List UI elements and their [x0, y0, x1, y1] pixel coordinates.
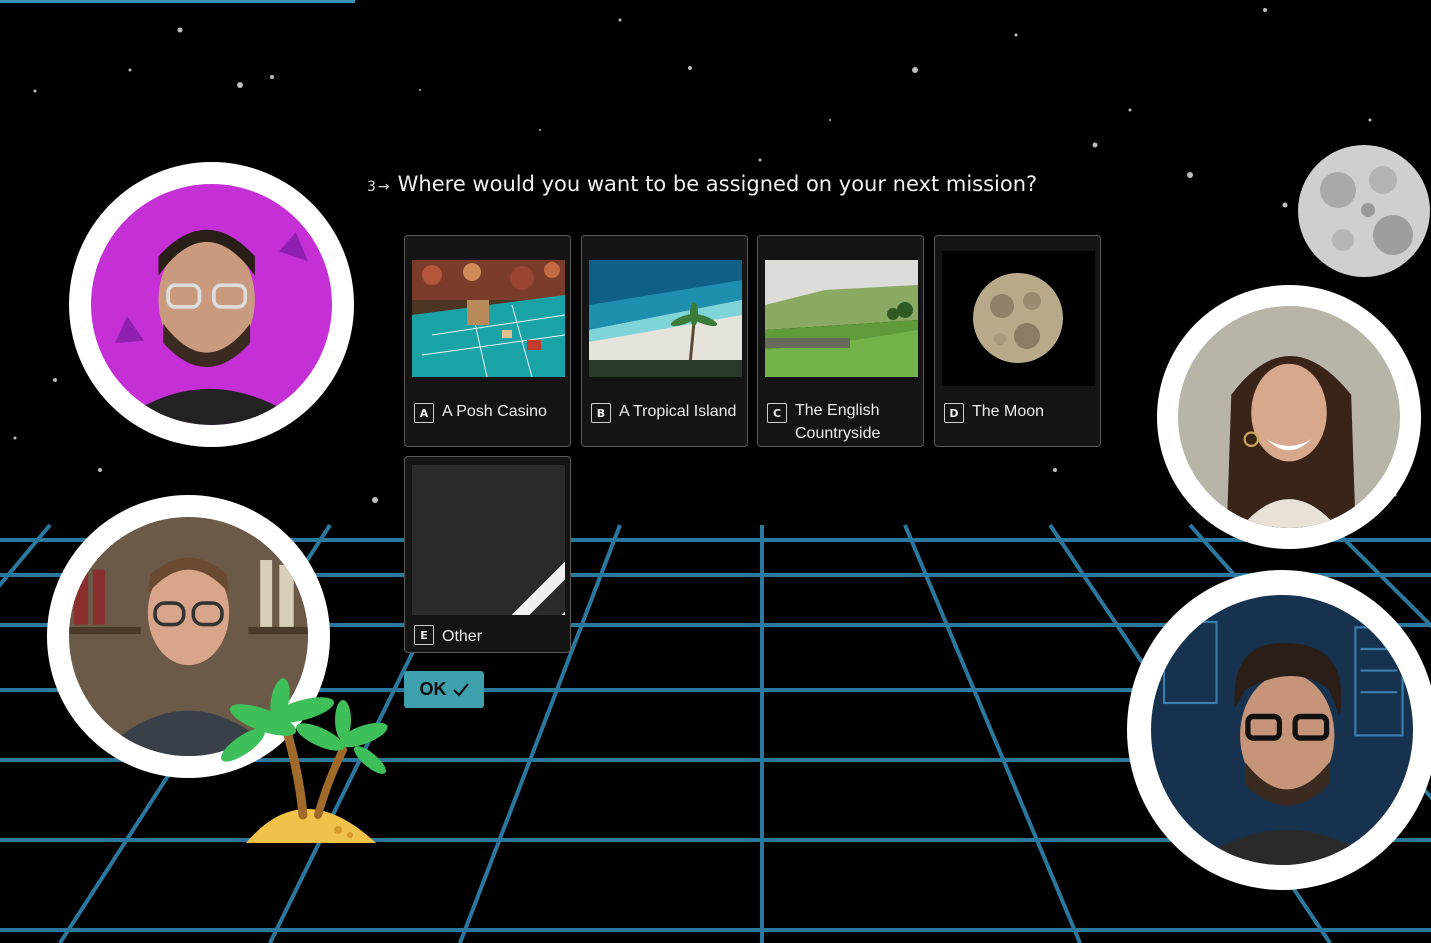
person-avatar [1178, 306, 1400, 528]
option-label: The English Countryside [795, 402, 881, 442]
ok-button[interactable]: OK [404, 671, 484, 708]
other-placeholder [412, 465, 565, 615]
casino-image [412, 260, 565, 377]
option-key-e: E [414, 625, 434, 645]
person-avatar [1151, 595, 1413, 865]
progress-bar [0, 0, 355, 3]
option-tropical-island[interactable]: B A Tropical Island [581, 235, 748, 447]
participant-4-video [1127, 570, 1431, 890]
ok-label: OK [419, 679, 447, 699]
option-other[interactable]: E Other [404, 456, 571, 653]
option-english-countryside[interactable]: C The English Countryside [757, 235, 924, 447]
option-label: The Moon [972, 403, 1045, 420]
moon-image [942, 251, 1095, 386]
tropical-island-image [589, 260, 742, 377]
question-header: 3 → Where would you want to be assigned … [367, 172, 1037, 204]
option-key-a: A [414, 403, 434, 423]
palm-island-icon [221, 678, 388, 843]
option-moon[interactable]: D The Moon [934, 235, 1101, 447]
option-label: A Tropical Island [619, 403, 737, 420]
moon-icon [1298, 145, 1430, 277]
option-key-d: D [944, 403, 964, 423]
checkmark-icon [452, 682, 469, 696]
person-avatar [91, 184, 332, 425]
question-text: Where would you want to be assigned on y… [397, 172, 1038, 196]
question-number: 3 [367, 179, 376, 195]
option-key-c: C [767, 403, 787, 423]
countryside-image [765, 260, 918, 377]
participant-3-video [1157, 285, 1421, 549]
pencil-icon [511, 561, 565, 615]
arrow-right-icon: → [377, 179, 390, 195]
option-label: Other [442, 628, 483, 645]
option-key-b: B [591, 403, 611, 423]
participant-1-video [69, 162, 354, 447]
option-label: A Posh Casino [442, 403, 547, 420]
option-casino[interactable]: A A Posh Casino [404, 235, 571, 447]
